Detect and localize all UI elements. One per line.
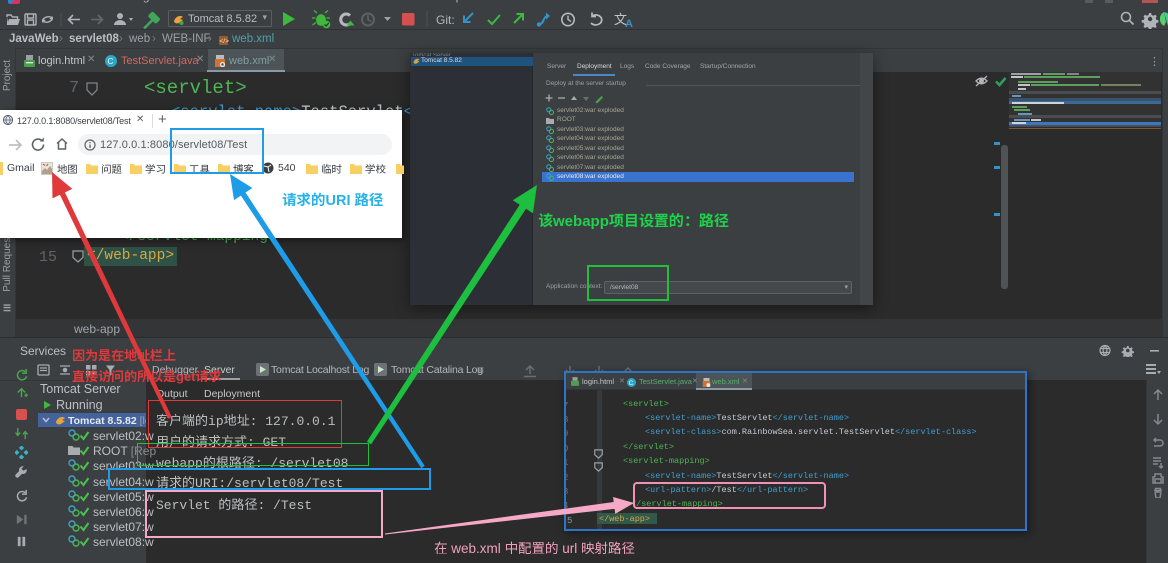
svg-text:</>: </> [220, 38, 230, 45]
svg-text:Git:: Git: [436, 13, 455, 27]
svg-text:C: C [107, 56, 113, 66]
svg-text:A: A [625, 18, 633, 30]
svg-text:C: C [629, 380, 634, 387]
